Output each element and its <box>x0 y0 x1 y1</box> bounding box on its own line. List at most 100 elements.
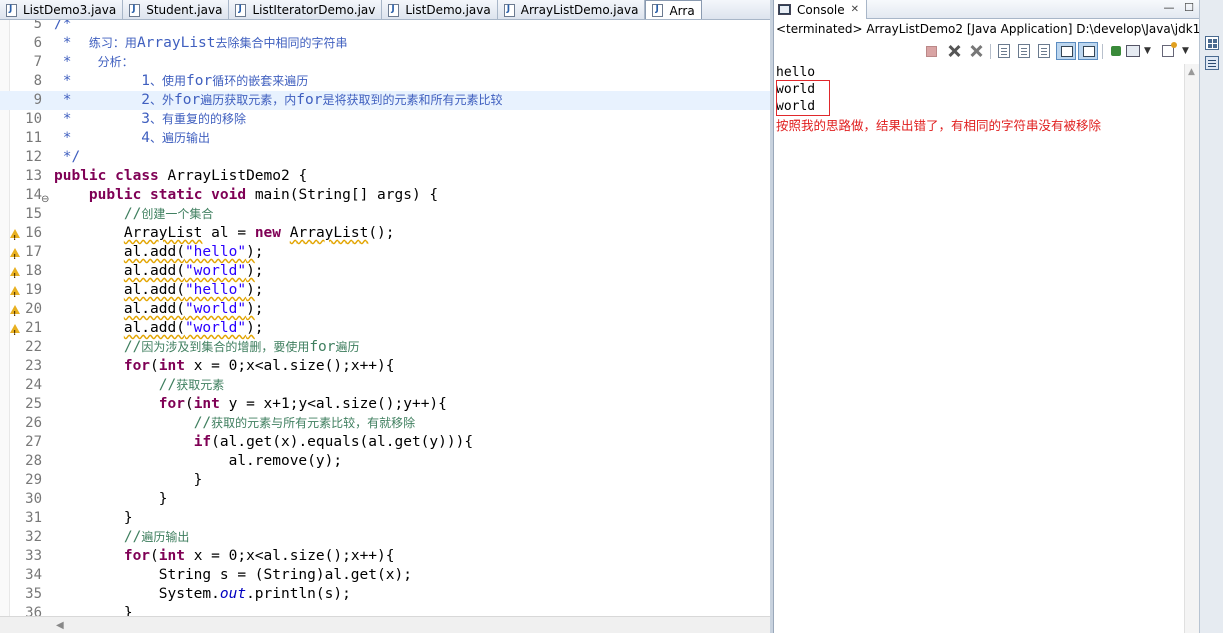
code-line[interactable]: 16 ArrayList al = new ArrayList(); <box>0 224 770 248</box>
code-line[interactable]: 5 /* <box>0 20 770 34</box>
code-text: //获取元素 <box>158 377 225 393</box>
chevron-down-icon[interactable]: ▼ <box>1182 46 1190 62</box>
code-line[interactable]: 27 if(al.get(x).equals(al.get(y))){ <box>0 433 770 452</box>
code-line[interactable]: 32 //遍历输出 <box>0 528 770 547</box>
editor-tab[interactable]: ListDemo3.java <box>0 0 124 19</box>
line-number: 5 <box>33 20 42 32</box>
code-line[interactable]: 30 } <box>0 490 770 509</box>
code-line[interactable]: 11 * 4、遍历输出 <box>0 129 770 148</box>
line-number: 36 <box>25 605 42 616</box>
scroll-lock-icon[interactable] <box>1018 44 1030 58</box>
line-number: 11 <box>25 130 42 146</box>
warning-icon[interactable] <box>10 247 20 267</box>
show-console-on-error-icon[interactable] <box>1078 42 1098 60</box>
java-file-icon <box>652 4 664 17</box>
console-tab[interactable]: Console ✕ <box>774 0 867 19</box>
line-number: 31 <box>25 510 42 526</box>
code-line[interactable]: 18 al.add("world"); <box>0 262 770 286</box>
code-line[interactable]: 20 al.add("world"); <box>0 300 770 324</box>
line-number: 28 <box>25 453 42 469</box>
code-editor[interactable]: 5/* 6 * 练习：用ArrayList去除集合中相同的字符串 7 * 分析： 8 … <box>0 20 770 616</box>
code-line[interactable]: 15 //创建一个集合 <box>0 205 770 224</box>
code-line[interactable]: 9 * 2、外for遍历获取元素，内for是将获取到的元素和所有元素比较 <box>0 91 770 110</box>
code-line[interactable]: 34 String s = (String)al.get(x); <box>0 566 770 585</box>
code-text: * 1、使用for循环的嵌套来遍历 <box>54 73 309 89</box>
warning-icon[interactable] <box>10 285 20 305</box>
code-line[interactable]: 19 al.add("hello"); <box>0 281 770 305</box>
scroll-up-icon[interactable]: ▲ <box>1188 67 1195 77</box>
code-line[interactable]: 7 * 分析： <box>0 53 770 72</box>
console-output[interactable]: hello world world 按照我的思路做，结果出错了，有相同的字符串没有被… <box>776 64 1186 137</box>
console-tab-label: Console <box>797 2 845 17</box>
code-line[interactable]: 21 al.add("world"); <box>0 319 770 343</box>
code-text: ArrayList al = new ArrayList(); <box>123 225 395 241</box>
display-selected-console-icon[interactable] <box>1126 45 1140 57</box>
code-text: al.add("hello"); <box>123 282 264 298</box>
line-number: 9 <box>33 92 42 108</box>
line-number: 6 <box>33 35 42 51</box>
code-line[interactable]: 29 } <box>0 471 770 490</box>
line-number: 29 <box>25 472 42 488</box>
terminate-icon[interactable] <box>926 46 937 57</box>
maximize-icon[interactable]: ☐ <box>1183 2 1195 14</box>
close-icon[interactable]: ✕ <box>851 4 859 15</box>
code-line[interactable]: 31 } <box>0 509 770 528</box>
chevron-down-icon[interactable]: ▼ <box>1144 46 1152 62</box>
console-status-text: <terminated> ArrayListDemo2 [Java Applic… <box>776 22 1223 36</box>
code-line[interactable]: 12 */ <box>0 148 770 167</box>
code-line[interactable]: 22 //因为涉及到集合的增删，要使用for遍历 <box>0 338 770 357</box>
outline-icon[interactable] <box>1205 56 1219 70</box>
code-text: */ <box>54 149 81 165</box>
code-line[interactable]: 14 ⊖ public static void main(String[] arg… <box>0 186 770 205</box>
code-line[interactable]: 33 for(int x = 0;x<al.size();x++){ <box>0 547 770 566</box>
remove-all-terminated-icon[interactable] <box>968 43 984 59</box>
editor-tab[interactable]: ListDemo.java <box>382 0 498 19</box>
code-text: } <box>54 510 133 526</box>
warning-icon[interactable] <box>10 323 20 343</box>
console-vertical-scrollbar[interactable]: ▲ <box>1184 64 1200 633</box>
code-text: * 2、外for遍历获取元素，内for是将获取到的元素和所有元素比较 <box>54 92 503 108</box>
code-line[interactable]: 36 } <box>0 604 770 616</box>
console-output-line: hello <box>776 65 816 80</box>
code-text: } <box>54 472 203 488</box>
code-line[interactable]: 23 for(int x = 0;x<al.size();x++){ <box>0 357 770 376</box>
editor-tab-label: ListDemo3.java <box>23 3 117 17</box>
warning-icon[interactable] <box>10 228 20 248</box>
code-text: for(int x = 0;x<al.size();x++){ <box>123 548 395 564</box>
annotation-highlight-box <box>776 80 830 116</box>
code-line[interactable]: 6 * 练习：用ArrayList去除集合中相同的字符串 <box>0 34 770 53</box>
package-explorer-icon[interactable] <box>1205 36 1219 50</box>
line-number: 7 <box>33 54 42 70</box>
code-line[interactable]: 17 al.add("hello"); <box>0 243 770 267</box>
minimize-icon[interactable]: — <box>1163 2 1175 14</box>
word-wrap-icon[interactable] <box>1038 44 1050 58</box>
code-line[interactable]: 25 for(int y = x+1;y<al.size();y++){ <box>0 395 770 414</box>
remove-launch-icon[interactable] <box>946 43 962 59</box>
code-text: public class ArrayListDemo2 { <box>54 168 308 184</box>
code-line[interactable]: 10 * 3、有重复的的移除 <box>0 110 770 129</box>
editor-tab[interactable]: Student.java <box>123 0 230 19</box>
editor-horizontal-scrollbar[interactable]: ◀ <box>0 616 770 633</box>
open-console-icon[interactable] <box>1162 42 1177 57</box>
code-line[interactable]: 24 //获取元素 <box>0 376 770 395</box>
code-line[interactable]: 8 * 1、使用for循环的嵌套来遍历 <box>0 72 770 91</box>
code-line[interactable]: 35 System.out.println(s); <box>0 585 770 604</box>
code-line[interactable]: 26 //获取的元素与所有元素比较，有就移除 <box>0 414 770 433</box>
line-number: 34 <box>25 567 42 583</box>
clear-console-icon[interactable] <box>998 44 1010 58</box>
warning-icon[interactable] <box>10 266 20 286</box>
console-tab-bar: Console ✕ — ☐ <box>774 0 1200 19</box>
editor-tab[interactable]: ListIteratorDemo.jav <box>229 0 383 19</box>
scroll-left-icon[interactable]: ◀ <box>56 620 64 631</box>
warning-icon[interactable] <box>10 304 20 324</box>
code-line[interactable]: 13 public class ArrayListDemo2 { <box>0 167 770 186</box>
show-console-on-output-icon[interactable] <box>1056 42 1076 60</box>
line-number: 22 <box>25 339 42 355</box>
editor-tab-label: ArrayListDemo.java <box>520 3 639 17</box>
editor-tab[interactable]: ArrayListDemo.java <box>498 0 646 19</box>
editor-tab[interactable]: Arra <box>645 0 702 19</box>
code-line[interactable]: 28 al.remove(y); <box>0 452 770 471</box>
code-text: * 分析： <box>54 54 134 70</box>
pin-console-icon[interactable] <box>1108 43 1124 59</box>
line-number: 23 <box>25 358 42 374</box>
